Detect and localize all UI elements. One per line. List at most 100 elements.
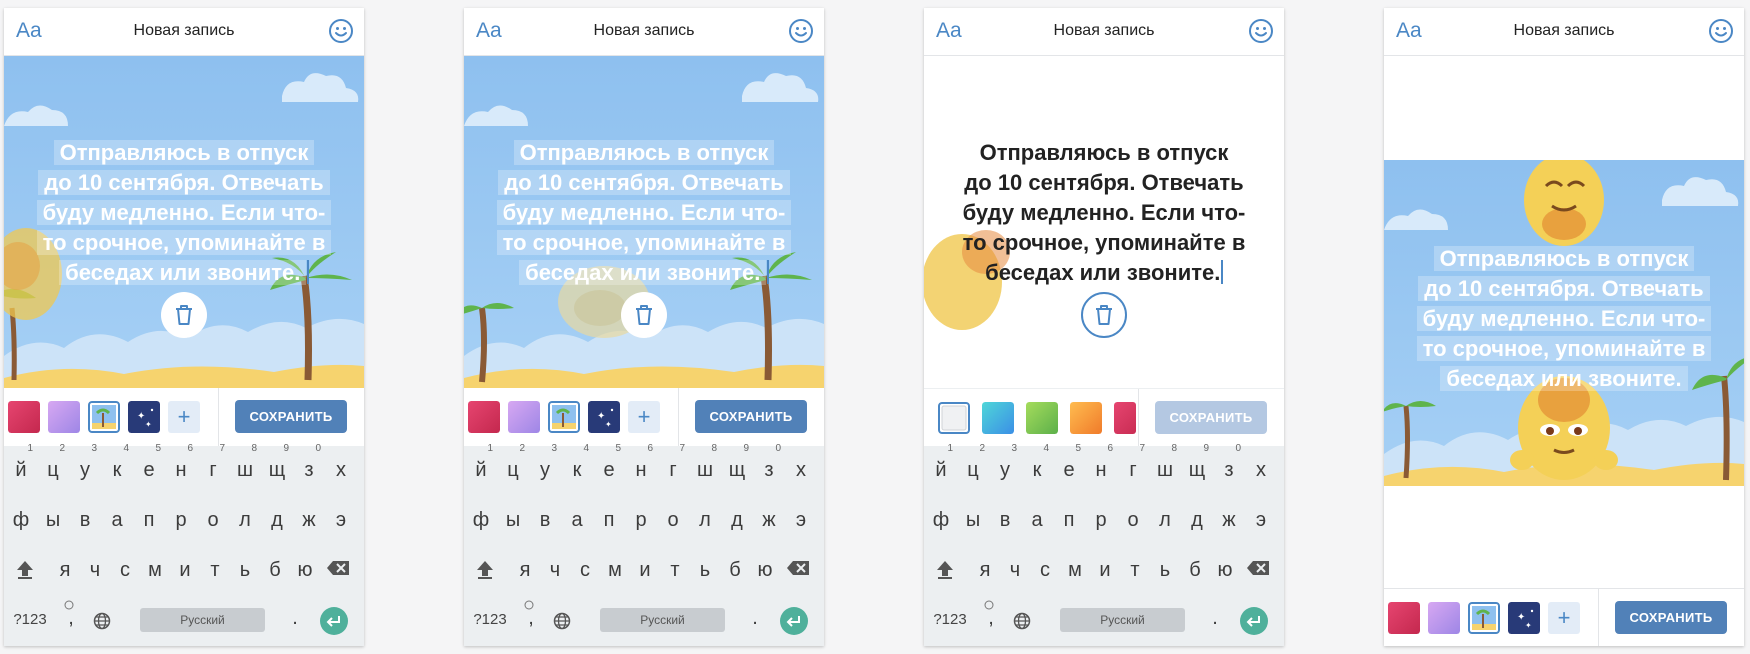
key-т[interactable]: т <box>1120 550 1150 590</box>
key-ч[interactable]: ч <box>540 550 570 590</box>
key-д[interactable]: д <box>722 500 752 540</box>
key-ф[interactable]: ф <box>6 500 36 540</box>
key-е[interactable]: 5е <box>1054 443 1084 490</box>
key-п[interactable]: п <box>594 500 624 540</box>
key-у[interactable]: 3у <box>70 443 100 490</box>
symbols-key[interactable]: ?123 <box>472 600 508 640</box>
background-swatch-violet[interactable] <box>48 401 80 433</box>
smiley-face-icon[interactable] <box>1708 18 1734 44</box>
key-щ[interactable]: 9щ <box>722 443 752 490</box>
delete-sticker-button[interactable] <box>621 292 667 338</box>
comma-key[interactable]: , <box>516 598 546 638</box>
key-ж[interactable]: ж <box>1214 500 1244 540</box>
key-ш[interactable]: 8ш <box>230 443 260 490</box>
post-text[interactable]: Отправляюсь в отпуск до 10 сентября. Отв… <box>1404 244 1724 394</box>
key-у[interactable]: 3у <box>530 443 560 490</box>
post-canvas[interactable]: Отправляюсь в отпуск до 10 сентября. Отв… <box>464 56 824 388</box>
comma-key[interactable]: , <box>56 598 86 638</box>
key-б[interactable]: б <box>1180 550 1210 590</box>
key-х[interactable]: х <box>1246 450 1276 490</box>
key-з[interactable]: 0з <box>294 443 324 490</box>
key-а[interactable]: а <box>562 500 592 540</box>
key-ш[interactable]: 8ш <box>690 443 720 490</box>
key-ы[interactable]: ы <box>498 500 528 540</box>
key-л[interactable]: л <box>690 500 720 540</box>
delete-sticker-button[interactable] <box>161 292 207 338</box>
post-canvas[interactable]: Отправляюсь в отпуск до 10 сентября. Отв… <box>924 56 1284 388</box>
key-ш[interactable]: 8ш <box>1150 443 1180 490</box>
background-swatch-beach-selected[interactable] <box>88 401 120 433</box>
key-и[interactable]: и <box>170 550 200 590</box>
key-б[interactable]: б <box>720 550 750 590</box>
key-т[interactable]: т <box>200 550 230 590</box>
background-swatch-night[interactable]: ✦✦ <box>588 401 620 433</box>
space-key[interactable]: Русский <box>140 608 265 632</box>
background-swatch-white-selected[interactable] <box>938 402 970 434</box>
add-background-button[interactable]: + <box>168 401 200 433</box>
key-р[interactable]: р <box>166 500 196 540</box>
post-text[interactable]: Отправляюсь в отпуск до 10 сентября. Отв… <box>944 138 1264 288</box>
backspace-icon[interactable] <box>786 560 810 576</box>
key-ц[interactable]: 2ц <box>498 443 528 490</box>
key-э[interactable]: э <box>1246 500 1276 540</box>
key-с[interactable]: с <box>1030 550 1060 590</box>
key-б[interactable]: б <box>260 550 290 590</box>
post-canvas[interactable]: Отправляюсь в отпуск до 10 сентября. Отв… <box>1384 160 1744 486</box>
key-к[interactable]: 4к <box>562 443 592 490</box>
key-ю[interactable]: ю <box>290 550 320 590</box>
background-swatch-violet[interactable] <box>508 401 540 433</box>
key-п[interactable]: п <box>1054 500 1084 540</box>
key-ц[interactable]: 2ц <box>38 443 68 490</box>
period-key[interactable]: . <box>1200 598 1230 638</box>
background-swatch-night[interactable]: ✦✦ <box>128 401 160 433</box>
enter-key[interactable] <box>780 607 808 635</box>
smiley-face-icon[interactable] <box>328 18 354 44</box>
key-я[interactable]: я <box>970 550 1000 590</box>
key-в[interactable]: в <box>990 500 1020 540</box>
post-canvas[interactable]: Отправляюсь в отпуск до 10 сентября. Отв… <box>4 56 364 388</box>
key-ж[interactable]: ж <box>754 500 784 540</box>
key-р[interactable]: р <box>1086 500 1116 540</box>
post-text[interactable]: Отправляюсь в отпуск до 10 сентября. Отв… <box>24 138 344 288</box>
key-х[interactable]: х <box>786 450 816 490</box>
background-swatch-red[interactable] <box>8 401 40 433</box>
key-г[interactable]: 7г <box>658 443 688 490</box>
background-swatch-red[interactable] <box>1388 602 1420 634</box>
globe-icon[interactable] <box>1013 612 1031 630</box>
add-background-button[interactable]: + <box>628 401 660 433</box>
key-ч[interactable]: ч <box>80 550 110 590</box>
key-в[interactable]: в <box>530 500 560 540</box>
space-key[interactable]: Русский <box>600 608 725 632</box>
key-д[interactable]: д <box>1182 500 1212 540</box>
key-ь[interactable]: ь <box>1150 550 1180 590</box>
key-э[interactable]: э <box>786 500 816 540</box>
background-swatch-beach-selected[interactable] <box>548 401 580 433</box>
key-х[interactable]: х <box>326 450 356 490</box>
key-щ[interactable]: 9щ <box>1182 443 1212 490</box>
key-й[interactable]: 1й <box>466 443 496 490</box>
add-background-button[interactable]: + <box>1548 602 1580 634</box>
key-а[interactable]: а <box>1022 500 1052 540</box>
key-г[interactable]: 7г <box>1118 443 1148 490</box>
save-button[interactable]: СОХРАНИТЬ <box>695 400 807 433</box>
symbols-key[interactable]: ?123 <box>12 600 48 640</box>
globe-icon[interactable] <box>93 612 111 630</box>
key-м[interactable]: м <box>1060 550 1090 590</box>
background-swatch-beach-selected[interactable] <box>1468 602 1500 634</box>
key-я[interactable]: я <box>510 550 540 590</box>
save-button[interactable]: СОХРАНИТЬ <box>1615 601 1727 634</box>
period-key[interactable]: . <box>740 598 770 638</box>
background-swatch-red[interactable] <box>1114 402 1136 434</box>
key-р[interactable]: р <box>626 500 656 540</box>
save-button[interactable]: СОХРАНИТЬ <box>235 400 347 433</box>
save-button[interactable]: СОХРАНИТЬ <box>1155 401 1267 434</box>
key-ч[interactable]: ч <box>1000 550 1030 590</box>
post-text[interactable]: Отправляюсь в отпуск до 10 сентября. Отв… <box>484 138 804 288</box>
smiley-face-icon[interactable] <box>788 18 814 44</box>
key-у[interactable]: 3у <box>990 443 1020 490</box>
background-swatch-cyan[interactable] <box>982 402 1014 434</box>
key-о[interactable]: о <box>1118 500 1148 540</box>
background-swatch-red[interactable] <box>468 401 500 433</box>
key-ь[interactable]: ь <box>230 550 260 590</box>
key-г[interactable]: 7г <box>198 443 228 490</box>
